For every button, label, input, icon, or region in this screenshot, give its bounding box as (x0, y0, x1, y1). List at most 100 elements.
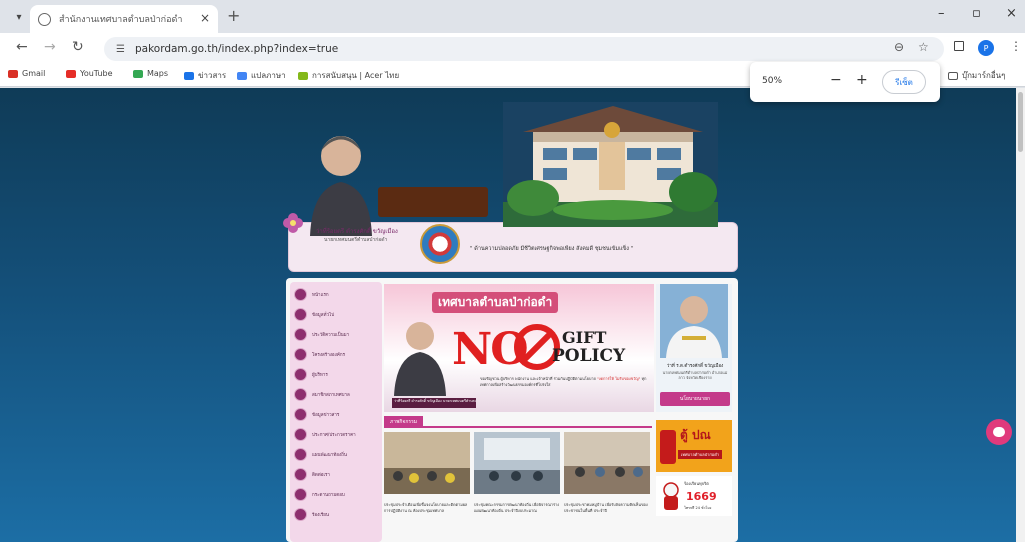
side-panel-icon[interactable] (954, 41, 964, 51)
menu-bullet-icon (294, 507, 307, 521)
hero-desc-before: ขอเชิญชวน ผู้บริหาร พนักงาน และเจ้าหน้าท… (480, 376, 596, 381)
sidebar-item-label: ข้อมูลข่าวสาร (312, 412, 340, 418)
mayor-profile-card: ว่าที่ ร.ต.ดำรงศักดิ์ ขวัญเมือง นายกเทศม… (656, 284, 732, 412)
chat-bubble-icon (993, 427, 1005, 437)
browser-tab[interactable]: สำนักงานเทศบาลตำบลป่าก่อดำ × (30, 5, 218, 33)
bookmarks-folder[interactable]: บุ๊กมาร์กอื่นๆ (948, 69, 1005, 82)
tab-search-icon[interactable]: ▾ (8, 7, 30, 27)
zoom-indicator-icon[interactable]: ⊖ (894, 40, 904, 54)
new-tab-button[interactable]: + (227, 6, 240, 25)
sidebar-item[interactable]: ประวัติความเป็นมา (294, 326, 380, 342)
mailbox-title: ตู้ ปณ (680, 428, 711, 442)
mayor-role: นายกเทศมนตรีตำบลป่าก่อดำ (324, 237, 388, 243)
news-card[interactable]: ประชุมประจำเดือนเพื่อชี้แจงนโยบายและติดต… (384, 432, 470, 530)
sidebar-item[interactable]: ข้อมูลข่าวสาร (294, 406, 380, 422)
bookmark-label: YouTube (80, 69, 113, 78)
sidebar-item[interactable]: ข้อมูลทั่วไป (294, 306, 380, 322)
bookmark-star-icon[interactable]: ☆ (918, 40, 929, 54)
scrollbar-thumb[interactable] (1018, 92, 1023, 152)
menu-bullet-icon (294, 347, 307, 361)
youtube-icon (66, 69, 76, 78)
hotline-bottom-text: โทรฟรี 24 ชั่วโมง (684, 506, 712, 510)
news-section-title[interactable]: ภาพกิจกรรม (384, 416, 424, 428)
zoom-level-text: 50% (762, 76, 783, 86)
bookmark-news[interactable]: ข่าวสาร (184, 69, 226, 82)
banner-sign (378, 187, 488, 217)
hotline-banner[interactable]: ร้องเรียนทุจริต 1669 โทรฟรี 24 ชั่วโมง (656, 476, 732, 516)
more-menu-icon[interactable]: ⋮ (1010, 39, 1022, 53)
news-photo (384, 432, 470, 494)
sidebar-item[interactable]: สมาชิกสภาเทศบาล (294, 386, 380, 402)
profile-initial: P (978, 40, 994, 56)
mayor-name: ว่าที่ร้อยตรี ดำรงศักดิ์ ขวัญเมือง (316, 228, 398, 235)
sidebar-item-label: หน้าแรก (312, 292, 329, 298)
tab-close-icon[interactable]: × (200, 11, 210, 25)
zoom-in-button[interactable]: + (856, 72, 868, 88)
menu-bullet-icon (294, 327, 307, 341)
menu-bullet-icon (294, 407, 307, 421)
zoom-reset-button[interactable]: รีเซ็ต (882, 70, 926, 94)
maps-icon (133, 69, 143, 78)
sidebar-item[interactable]: กระดานถามตอบ (294, 486, 380, 502)
flower-icon (283, 213, 303, 233)
window-close-button[interactable]: × (1006, 6, 1017, 21)
mayor-photo (394, 322, 446, 396)
sidebar-item[interactable]: ประกาศ/ประกวดราคา (294, 426, 380, 442)
policy-button[interactable]: นโยบายนายก (660, 392, 730, 406)
bookmark-gmail[interactable]: Gmail (8, 69, 45, 78)
no-gift-policy-banner[interactable]: เทศบาลตำบลป่าก่อดำ NO GIFT POLICY ว่าที่… (384, 284, 654, 412)
bookmark-translate[interactable]: แปลภาษา (237, 69, 286, 82)
mailbox-banner[interactable]: ตู้ ปณ เทศบาลตำบลป่าก่อดำ (656, 420, 732, 472)
hotline-number: 1669 (686, 490, 717, 503)
hero-desc-quote: "งดการให้ ไม่รับของขวัญ" (597, 376, 641, 381)
bookmark-acer[interactable]: การสนับสนุน | Acer ไทย (298, 69, 399, 82)
restore-button[interactable]: ▫ (972, 6, 981, 21)
news-text: ประชุมประชาคมหมู่บ้าน เพื่อรับฟังความคิด… (564, 502, 648, 513)
minimize-button[interactable]: – (938, 6, 945, 21)
sidebar-item[interactable]: ผู้บริหาร (294, 366, 380, 382)
menu-bullet-icon (294, 487, 307, 501)
header-banner: ว่าที่ร้อยตรี ดำรงศักดิ์ ขวัญเมือง นายกเ… (283, 102, 738, 272)
bookmark-label: แปลภาษา (251, 71, 286, 80)
news-card[interactable]: ประชุมประชาคมหมู่บ้าน เพื่อรับฟังความคิด… (564, 432, 650, 530)
bookmark-label: Maps (147, 69, 169, 78)
tab-title: สำนักงานเทศบาลตำบลป่าก่อดำ (59, 15, 183, 25)
browser-toolbar: ← → ↻ ☰ pakordam.go.th/index.php?index=t… (0, 33, 1025, 65)
sidebar-item-label: ประวัติความเป็นมา (312, 332, 350, 338)
sidebar-item-label: ผู้บริหาร (312, 372, 328, 378)
sidebar-item[interactable]: โครงสร้างองค์กร (294, 346, 380, 362)
sidebar-menu: หน้าแรก ข้อมูลทั่วไป ประวัติความเป็นมา โ… (290, 282, 382, 542)
sidebar-item[interactable]: แผนพัฒนาท้องถิ่น (294, 446, 380, 462)
hero-description: ขอเชิญชวน ผู้บริหาร พนักงาน และเจ้าหน้าท… (480, 376, 650, 388)
address-bar[interactable]: ☰ pakordam.go.th/index.php?index=true ⊖ … (104, 37, 944, 61)
sidebar-item[interactable]: ติดต่อเรา (294, 466, 380, 482)
sidebar-item-label: ร้องเรียน (312, 512, 329, 518)
policy-text: POLICY (552, 346, 626, 366)
sidebar-item-label: ประกาศ/ประกวดราคา (312, 432, 356, 438)
menu-bullet-icon (294, 367, 307, 381)
vertical-scrollbar[interactable] (1016, 88, 1025, 542)
bookmark-youtube[interactable]: YouTube (66, 69, 113, 78)
profile-avatar[interactable]: P (978, 40, 994, 56)
profile-role: นายกเทศมนตรีตำบลป่าก่อดำ อำเภอแม่ลาว จัง… (662, 370, 728, 380)
sidebar-item[interactable]: หน้าแรก (294, 286, 380, 302)
site-info-icon[interactable]: ☰ (116, 44, 125, 55)
bookmark-maps[interactable]: Maps (133, 69, 168, 78)
bookmark-label: การสนับสนุน | Acer ไทย (312, 71, 400, 80)
news-photo (474, 432, 560, 494)
forward-arrow-icon[interactable]: → (44, 39, 56, 55)
url-text[interactable]: pakordam.go.th/index.php?index=true (135, 43, 338, 55)
sidebar-item-label: กระดานถามตอบ (312, 492, 345, 498)
sidebar-item-label: ข้อมูลทั่วไป (312, 312, 335, 318)
chat-button[interactable] (986, 419, 1012, 445)
news-section-header: ภาพกิจกรรม (384, 416, 652, 428)
zoom-out-button[interactable]: − (830, 72, 842, 88)
acer-icon (298, 71, 308, 80)
back-arrow-icon[interactable]: ← (16, 39, 28, 55)
folder-icon (948, 71, 958, 80)
hero-title: เทศบาลตำบลป่าก่อดำ (432, 292, 559, 313)
sidebar-item-label: ติดต่อเรา (312, 472, 330, 478)
news-card[interactable]: ประชุมคณะกรรมการพัฒนาท้องถิ่น เพื่อพิจาร… (474, 432, 560, 530)
sidebar-item[interactable]: ร้องเรียน (294, 506, 380, 522)
reload-icon[interactable]: ↻ (72, 39, 84, 55)
